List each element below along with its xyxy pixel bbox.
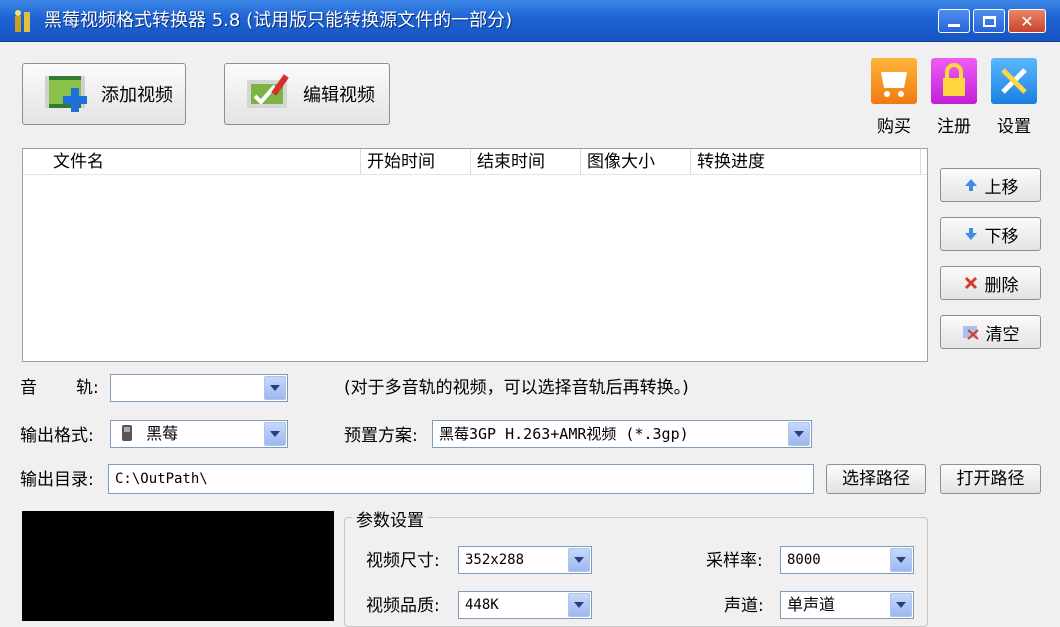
column-header-progress[interactable]: 转换进度	[691, 149, 921, 175]
sample-rate-value: 8000	[787, 552, 821, 568]
column-header-image-size[interactable]: 图像大小	[581, 149, 691, 175]
phone-icon	[122, 425, 132, 441]
audio-track-select[interactable]	[110, 374, 288, 402]
clear-label: 清空	[985, 324, 1020, 345]
clear-button[interactable]: 清空	[940, 315, 1041, 349]
file-list-header: 文件名 开始时间 结束时间 图像大小 转换进度	[23, 149, 927, 175]
move-up-label: 上移	[984, 177, 1019, 198]
move-down-button[interactable]: 下移	[940, 217, 1041, 251]
add-video-label: 添加视频	[101, 85, 173, 106]
chevron-down-icon[interactable]	[890, 593, 912, 617]
minimize-icon	[948, 23, 960, 27]
settings-button[interactable]	[991, 58, 1037, 104]
tools-icon	[1001, 68, 1027, 94]
chevron-down-icon[interactable]	[264, 376, 286, 400]
chevron-down-icon[interactable]	[568, 548, 590, 572]
audio-track-label-b: 轨:	[76, 378, 99, 398]
output-format-select[interactable]: 黑莓	[110, 420, 288, 448]
output-dir-input[interactable]: C:\OutPath\	[108, 464, 814, 494]
video-preview	[22, 511, 334, 621]
column-header-filename[interactable]: 文件名	[23, 149, 361, 175]
open-path-button[interactable]: 打开路径	[940, 464, 1041, 494]
chevron-down-icon[interactable]	[788, 422, 810, 446]
chevron-down-icon[interactable]	[568, 593, 590, 617]
close-icon: ✕	[1020, 11, 1034, 31]
register-label: 注册	[937, 117, 971, 137]
video-size-select[interactable]: 352x288	[458, 546, 592, 574]
edit-video-label: 编辑视频	[303, 85, 375, 106]
delete-icon	[964, 276, 977, 290]
buy-label: 购买	[877, 117, 911, 137]
video-size-label: 视频尺寸:	[366, 551, 440, 571]
audio-track-hint: (对于多音轨的视频，可以选择音轨后再转换。)	[344, 378, 689, 398]
video-size-value: 352x288	[465, 552, 525, 568]
clear-icon	[962, 326, 979, 340]
maximize-icon	[982, 15, 996, 27]
maximize-button[interactable]	[973, 9, 1005, 33]
output-format-label: 输出格式:	[20, 426, 94, 446]
preset-select[interactable]: 黑莓3GP H.263+AMR视频 (*.3gp)	[432, 420, 812, 448]
video-quality-value: 448K	[465, 597, 499, 613]
chevron-down-icon[interactable]	[890, 548, 912, 572]
output-dir-label: 输出目录:	[20, 470, 94, 490]
preset-value: 黑莓3GP H.263+AMR视频 (*.3gp)	[439, 425, 689, 443]
channel-label: 声道:	[724, 596, 764, 616]
edit-video-button[interactable]: 编辑视频	[224, 63, 390, 125]
title-bar: 黑莓视频格式转换器 5.8 (试用版只能转换源文件的一部分) ✕	[0, 0, 1060, 42]
lock-icon	[943, 63, 965, 96]
edit-video-icon	[247, 74, 289, 108]
window-title: 黑莓视频格式转换器 5.8 (试用版只能转换源文件的一部分)	[44, 10, 513, 31]
settings-label: 设置	[997, 117, 1031, 137]
params-group-title: 参数设置	[352, 506, 428, 531]
channel-value: 单声道	[787, 595, 836, 614]
add-video-button[interactable]: 添加视频	[22, 63, 186, 125]
column-header-end-time[interactable]: 结束时间	[471, 149, 581, 175]
register-button[interactable]	[931, 58, 977, 104]
buy-button[interactable]	[871, 58, 917, 104]
sample-rate-label: 采样率:	[706, 551, 763, 571]
delete-label: 删除	[984, 275, 1019, 296]
add-video-icon	[45, 76, 87, 112]
arrow-up-icon	[964, 179, 977, 191]
choose-path-button[interactable]: 选择路径	[826, 464, 926, 494]
file-list[interactable]: 文件名 开始时间 结束时间 图像大小 转换进度	[22, 148, 928, 362]
video-quality-label: 视频品质:	[366, 596, 440, 616]
sample-rate-select[interactable]: 8000	[780, 546, 914, 574]
column-header-start-time[interactable]: 开始时间	[361, 149, 471, 175]
delete-button[interactable]: 删除	[940, 266, 1041, 300]
move-down-label: 下移	[984, 226, 1019, 247]
close-button[interactable]: ✕	[1008, 9, 1046, 33]
chevron-down-icon[interactable]	[264, 422, 286, 446]
audio-track-label-a: 音	[20, 378, 37, 398]
output-format-value: 黑莓	[146, 424, 179, 443]
app-icon	[15, 10, 30, 32]
move-up-button[interactable]: 上移	[940, 168, 1041, 202]
cart-icon	[881, 72, 907, 97]
preset-label: 预置方案:	[344, 426, 418, 446]
arrow-down-icon	[964, 228, 977, 240]
minimize-button[interactable]	[938, 9, 970, 33]
